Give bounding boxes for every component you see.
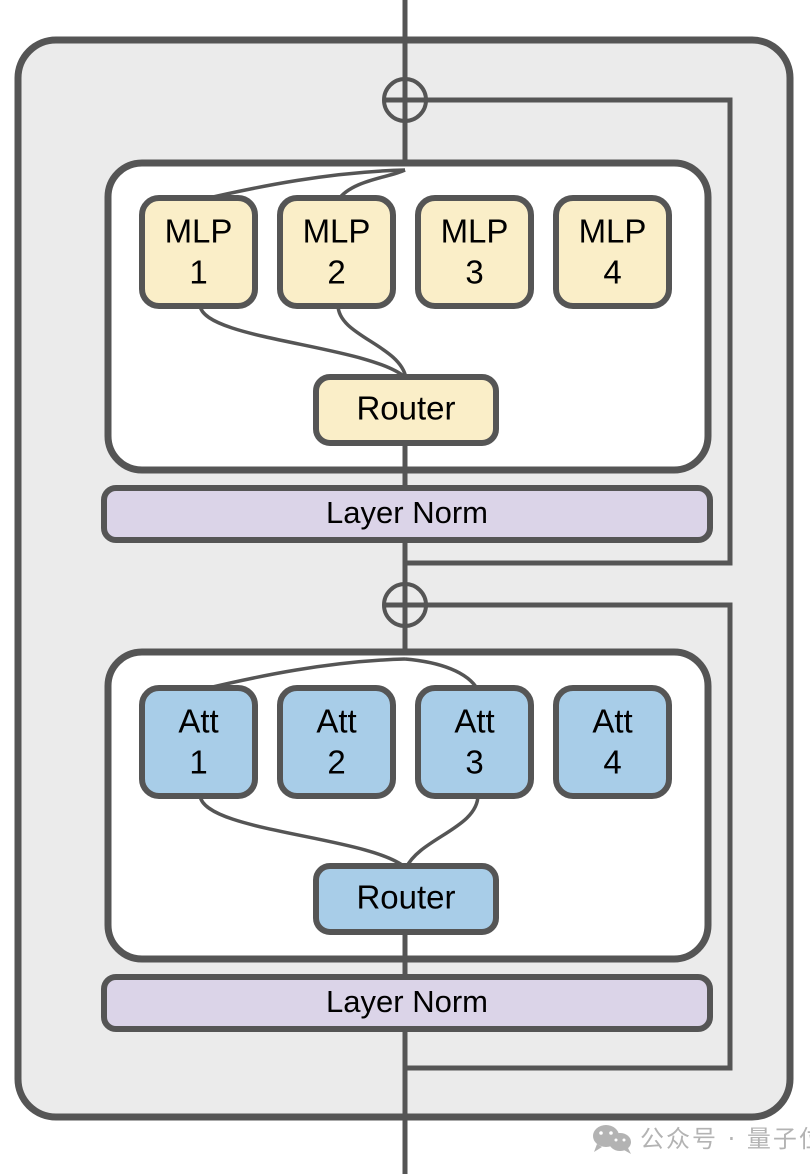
expert-name-att-2: Att (316, 703, 356, 740)
watermark: 公众号 · 量子位 (593, 1125, 810, 1154)
expert-index-mlp-2: 2 (327, 254, 345, 291)
layer-norm-node-attention[interactable]: Layer Norm (101, 974, 713, 1032)
expert-name-mlp-3: MLP (441, 213, 509, 250)
residual-add-junction-bottom (382, 582, 428, 628)
diagram-canvas: MLP 1 MLP 2 MLP 3 MLP 4 Router Layer Nor… (0, 0, 810, 1174)
expert-name-mlp-1: MLP (165, 213, 233, 250)
expert-name-att-1: Att (178, 703, 218, 740)
expert-node-att-3[interactable]: Att 3 (415, 685, 534, 799)
expert-index-att-1: 1 (189, 744, 207, 781)
router-label-mlp: Router (356, 390, 455, 427)
layer-norm-label-mlp: Layer Norm (326, 495, 488, 530)
expert-node-att-1[interactable]: Att 1 (139, 685, 258, 799)
expert-index-att-4: 4 (603, 744, 621, 781)
router-node-mlp[interactable]: Router (313, 374, 499, 446)
expert-node-mlp-3[interactable]: MLP 3 (415, 195, 534, 309)
expert-node-mlp-1[interactable]: MLP 1 (139, 195, 258, 309)
expert-index-att-3: 3 (465, 744, 483, 781)
expert-node-mlp-2[interactable]: MLP 2 (277, 195, 396, 309)
layer-norm-label-attention: Layer Norm (326, 984, 488, 1019)
router-node-attention[interactable]: Router (313, 863, 499, 935)
expert-name-mlp-4: MLP (579, 213, 647, 250)
expert-index-mlp-1: 1 (189, 254, 207, 291)
expert-index-att-2: 2 (327, 744, 345, 781)
expert-node-att-4[interactable]: Att 4 (553, 685, 672, 799)
layer-norm-node-mlp[interactable]: Layer Norm (101, 485, 713, 543)
expert-name-mlp-2: MLP (303, 213, 371, 250)
wechat-icon (593, 1125, 631, 1154)
expert-index-mlp-3: 3 (465, 254, 483, 291)
expert-node-mlp-4[interactable]: MLP 4 (553, 195, 672, 309)
watermark-text: 公众号 · 量子位 (640, 1125, 810, 1153)
expert-name-att-3: Att (454, 703, 494, 740)
moe-transformer-block-diagram: MLP 1 MLP 2 MLP 3 MLP 4 Router Layer Nor… (14, 0, 810, 1174)
expert-name-att-4: Att (592, 703, 632, 740)
expert-node-att-2[interactable]: Att 2 (277, 685, 396, 799)
router-label-attention: Router (356, 879, 455, 916)
expert-index-mlp-4: 4 (603, 254, 621, 291)
residual-add-junction-top (382, 77, 428, 123)
